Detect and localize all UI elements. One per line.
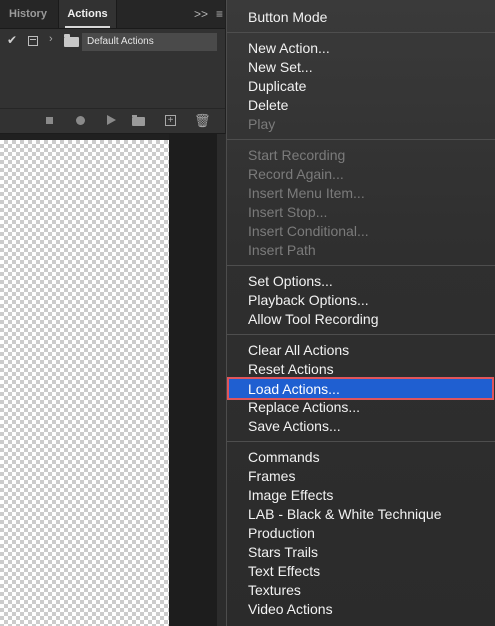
menu-item-duplicate[interactable]: Duplicate: [248, 77, 306, 96]
menu-item-record-again: Record Again...: [248, 166, 344, 182]
menu-item-button-mode[interactable]: Button Mode: [248, 8, 327, 27]
new-set-icon[interactable]: [132, 115, 145, 126]
menu-item-production[interactable]: Production: [248, 524, 315, 543]
play-icon[interactable]: [107, 115, 116, 125]
menu-item-image-effects[interactable]: Image Effects: [248, 486, 333, 505]
new-action-icon[interactable]: +: [165, 115, 176, 126]
menu-item-textures[interactable]: Textures: [248, 581, 301, 600]
stop-icon[interactable]: [46, 117, 53, 124]
menu-item-lab-black-white-technique[interactable]: LAB - Black & White Technique: [248, 505, 442, 524]
chevron-right-icon[interactable]: ›: [49, 33, 53, 45]
collapse-panel-icon[interactable]: >>: [194, 7, 208, 21]
menu-item-insert-path: Insert Path: [248, 242, 316, 258]
actions-toolbar: + 🗑: [0, 108, 225, 133]
dialog-toggle-icon[interactable]: [28, 36, 38, 46]
menu-item-clear-all-actions[interactable]: Clear All Actions: [248, 341, 349, 360]
panel-tab-bar: History Actions >> ≡: [0, 0, 225, 29]
menu-separator: [227, 334, 495, 335]
menu-item-load-actions[interactable]: Load Actions...: [227, 377, 494, 400]
action-set-name[interactable]: Default Actions: [82, 33, 217, 51]
action-set-row[interactable]: ✔ › Default Actions: [0, 31, 225, 53]
menu-item-replace-actions[interactable]: Replace Actions...: [248, 398, 360, 417]
menu-item-allow-tool-recording[interactable]: Allow Tool Recording: [248, 310, 378, 329]
menu-separator: [227, 32, 495, 33]
menu-item-commands[interactable]: Commands: [248, 448, 320, 467]
menu-item-play: Play: [248, 116, 276, 132]
menu-item-insert-stop: Insert Stop...: [248, 204, 328, 220]
menu-item-save-actions[interactable]: Save Actions...: [248, 417, 341, 436]
menu-item-new-set[interactable]: New Set...: [248, 58, 313, 77]
menu-item-video-actions[interactable]: Video Actions: [248, 600, 333, 619]
menu-item-stars-trails[interactable]: Stars Trails: [248, 543, 318, 562]
menu-item-insert-conditional: Insert Conditional...: [248, 223, 369, 239]
menu-item-delete[interactable]: Delete: [248, 96, 288, 115]
menu-item-insert-menu-item: Insert Menu Item...: [248, 185, 365, 201]
menu-item-text-effects[interactable]: Text Effects: [248, 562, 320, 581]
menu-item-label: Load Actions...: [248, 381, 340, 397]
panel-menu-icon[interactable]: ≡: [216, 7, 223, 21]
transparent-canvas: [0, 140, 169, 626]
menu-separator: [227, 265, 495, 266]
folder-icon: [64, 34, 79, 47]
record-icon[interactable]: [76, 116, 85, 125]
pasteboard: [169, 134, 217, 626]
tab-actions[interactable]: Actions: [58, 0, 117, 28]
menu-item-set-options[interactable]: Set Options...: [248, 272, 333, 291]
tab-history[interactable]: History: [0, 0, 56, 28]
toggle-check-icon[interactable]: ✔: [7, 33, 17, 47]
menu-separator: [227, 139, 495, 140]
trash-icon[interactable]: 🗑: [194, 113, 211, 129]
menu-separator: [227, 441, 495, 442]
actions-panel: History Actions >> ≡ ✔ › Default Actions…: [0, 0, 225, 134]
vertical-scrollbar[interactable]: [217, 134, 226, 626]
menu-item-playback-options[interactable]: Playback Options...: [248, 291, 369, 310]
menu-item-frames[interactable]: Frames: [248, 467, 295, 486]
actions-flyout-menu: Button Mode New Action... New Set... Duplic…: [226, 0, 495, 626]
menu-item-new-action[interactable]: New Action...: [248, 39, 330, 58]
menu-item-start-recording: Start Recording: [248, 147, 346, 163]
